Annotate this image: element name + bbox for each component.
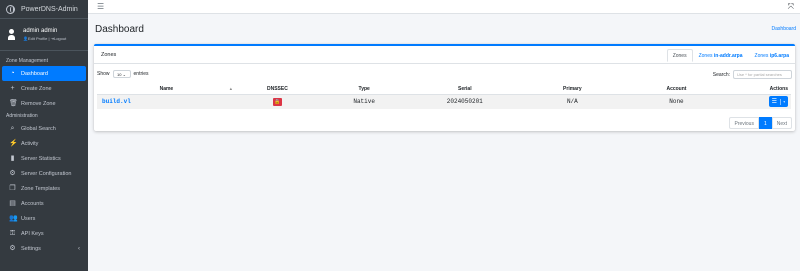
sidebar-item-server-configuration[interactable]: ⚙ Server Configuration	[2, 166, 86, 181]
actions-cell: ☰ ▾	[728, 94, 791, 109]
sidebar-item-users[interactable]: 👥 Users	[2, 211, 86, 226]
sidebar-item-api-keys[interactable]: ⚿ API Keys	[2, 226, 86, 241]
next-page-button[interactable]: Next	[771, 117, 792, 129]
column-header-actions: Actions	[728, 84, 791, 95]
gear-icon: ⚙	[9, 170, 16, 177]
cog-icon: ⚙	[9, 245, 16, 252]
sidebar-item-label: Users	[21, 215, 36, 222]
tab-zones[interactable]: Zones	[666, 49, 693, 62]
users-icon: 👥	[9, 215, 18, 222]
user-panel: admin admin 👤Edit Profile | ⇥Logout	[0, 19, 88, 51]
user-name: admin admin	[23, 28, 58, 34]
chevron-left-icon: ‹	[78, 245, 80, 252]
user-icon	[8, 28, 15, 41]
sidebar-item-remove-zone[interactable]: 🗑 Remove Zone	[2, 96, 86, 111]
search-input[interactable]	[733, 70, 792, 79]
search-label: Search:	[712, 71, 730, 78]
sidebar-item-create-zone[interactable]: + Create Zone	[2, 81, 86, 96]
sidebar-item-settings[interactable]: ⚙ Settings ‹	[2, 241, 86, 256]
sidebar-item-label: Zone Templates	[21, 185, 61, 192]
search-wrap: Search:	[713, 70, 792, 79]
sidebar-item-accounts[interactable]: ▤ Accounts	[2, 196, 86, 211]
sidebar-item-label: Settings	[21, 245, 41, 252]
column-header-name[interactable]: Name ▲	[97, 84, 236, 95]
clone-icon: ❐	[9, 185, 16, 192]
zones-card: Zones Zones Zones in-addr.arpa Zones ip6…	[94, 44, 795, 131]
plus-icon: +	[10, 85, 15, 92]
sidebar-item-global-search[interactable]: ⌕ Global Search	[2, 121, 86, 136]
sidebar-item-activity[interactable]: ⚡ Activity	[2, 136, 86, 151]
sidebar-item-label: Dashboard	[21, 70, 48, 77]
column-header-serial[interactable]: Serial	[409, 84, 521, 95]
zones-table: Name ▲ DNSSEC Type Serial Primary Account…	[97, 84, 791, 109]
logout-link[interactable]: ⇥Logout	[51, 36, 67, 41]
sidebar-item-label: API Keys	[21, 230, 44, 237]
show-label: Show	[97, 71, 110, 77]
edit-profile-link[interactable]: 👤Edit Profile	[23, 36, 47, 41]
card-divider	[94, 63, 795, 64]
topbar: ☰ ⤧	[88, 0, 800, 14]
sidebar-item-label: Accounts	[21, 200, 44, 207]
zone-name-link[interactable]: build.vl	[97, 94, 236, 109]
nav-header-zone-management: Zone Management	[6, 58, 48, 64]
hamburger-menu-icon[interactable]: ☰	[97, 2, 104, 11]
zone-primary: N/A	[520, 94, 625, 109]
fullscreen-icon[interactable]: ⤧	[788, 2, 794, 12]
show-entries: Show 10 ⌄ entries	[97, 70, 149, 78]
sidebar-item-label: Activity	[21, 140, 39, 147]
breadcrumb[interactable]: Dashboard	[772, 26, 796, 32]
entries-label: entries	[133, 71, 149, 77]
brand-name: PowerDNS-Admin	[21, 5, 78, 13]
zone-account: None	[624, 94, 729, 109]
column-header-primary[interactable]: Primary	[520, 84, 625, 95]
card-title: Zones	[101, 52, 117, 58]
globe-icon	[6, 4, 15, 14]
table-row: build.vl 🔒 Native 2024050201 N/A None ☰ ▾	[97, 94, 791, 109]
tab-zones-in-addr-arpa[interactable]: Zones in-addr.arpa	[693, 49, 749, 62]
sidebar-item-label: Remove Zone	[21, 100, 56, 107]
brand[interactable]: PowerDNS-Admin	[0, 0, 88, 19]
nav-header-administration: Administration	[6, 113, 38, 119]
sidebar-item-label: Create Zone	[21, 85, 52, 92]
activity-icon: ⚡	[9, 140, 18, 147]
sidebar-item-label: Server Statistics	[21, 155, 61, 162]
page-1-button[interactable]: 1	[758, 117, 772, 129]
column-header-account[interactable]: Account	[624, 84, 729, 95]
sidebar-item-dashboard[interactable]: ◔ Dashboard	[2, 66, 86, 81]
sort-ascending-icon: ▲	[228, 86, 233, 91]
dashboard-icon: ◔	[10, 70, 15, 77]
key-icon: ⚿	[9, 230, 16, 237]
column-header-dnssec[interactable]: DNSSEC	[235, 84, 320, 95]
tab-zones-ip6-arpa[interactable]: Zones ip6.arpa	[749, 49, 795, 62]
dnssec-cell: 🔒	[235, 94, 320, 109]
sidebar-item-server-statistics[interactable]: ▮ Server Statistics	[2, 151, 86, 166]
accounts-icon: ▤	[9, 200, 16, 207]
sidebar-item-zone-templates[interactable]: ❐ Zone Templates	[2, 181, 86, 196]
entries-select[interactable]: 10 ⌄	[112, 70, 131, 78]
zone-type: Native	[319, 94, 410, 109]
zone-tabs: Zones Zones in-addr.arpa Zones ip6.arpa	[666, 49, 795, 62]
trash-icon: 🗑	[9, 100, 18, 107]
page-title: Dashboard	[95, 24, 144, 35]
search-icon: ⌕	[10, 125, 15, 132]
previous-page-button[interactable]: Previous	[729, 117, 759, 129]
user-links-separator: |	[48, 36, 50, 41]
list-icon: ☰	[771, 98, 777, 106]
actions-dropdown-button[interactable]: ☰ ▾	[769, 96, 788, 108]
caret-down-icon: ▾	[779, 98, 785, 105]
sidebar: PowerDNS-Admin admin admin 👤Edit Profile…	[0, 0, 88, 271]
sidebar-item-label: Server Configuration	[21, 170, 72, 177]
sidebar-item-label: Global Search	[21, 125, 56, 132]
bar-chart-icon: ▮	[10, 155, 15, 162]
zone-serial: 2024050201	[409, 94, 521, 109]
column-header-type[interactable]: Type	[319, 84, 410, 95]
dnssec-lock-icon[interactable]: 🔒	[272, 97, 282, 106]
pagination: Previous 1 Next	[729, 117, 792, 129]
